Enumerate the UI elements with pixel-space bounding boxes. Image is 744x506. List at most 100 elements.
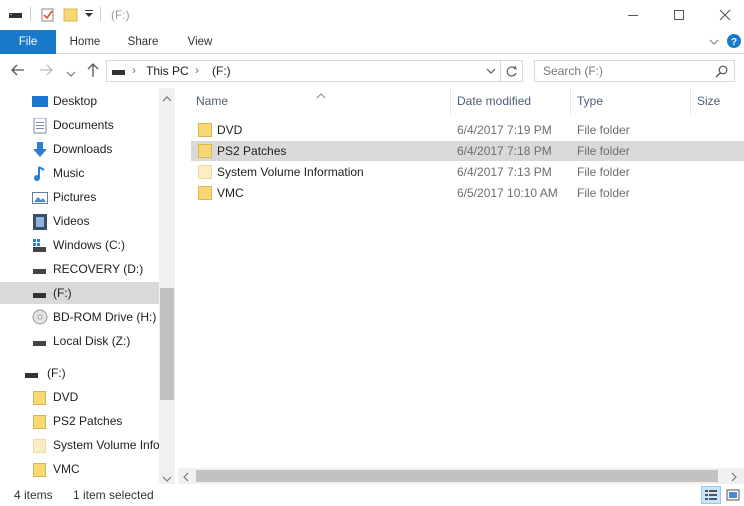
tab-home[interactable]: Home [60,30,110,54]
refresh-icon [506,65,518,77]
scroll-up-arrow[interactable] [162,92,172,106]
scroll-right-arrow[interactable] [730,471,738,485]
tab-share[interactable]: Share [118,30,168,54]
arrow-up-icon [87,63,99,77]
arrow-right-icon [40,64,53,76]
nav-item-f-drive-root[interactable]: (F:) [0,362,160,384]
nav-item-system-volume-info[interactable]: System Volume Info [0,434,160,456]
file-type: File folder [577,144,630,158]
details-view-button[interactable] [701,486,721,504]
sep [30,7,32,21]
large-icons-view-icon [726,489,740,501]
column-divider[interactable] [690,88,691,114]
nav-item-local-disk-z[interactable]: Local Disk (Z:) [0,330,160,352]
maximize-icon [674,10,684,20]
breadcrumb-drive[interactable]: (F:) [212,64,231,78]
status-bar: 4 items 1 item selected [0,484,744,506]
close-button[interactable] [702,0,744,30]
windows-drive-icon [32,238,48,252]
column-header-name[interactable]: Name [196,88,228,114]
nav-item-music[interactable]: Music [0,162,160,184]
scrollbar-thumb[interactable] [196,470,718,482]
customize-quick-access-icon[interactable] [84,7,94,21]
folder-icon [33,414,49,429]
search-placeholder: Search (F:) [543,64,604,78]
large-icons-view-button[interactable] [723,486,743,504]
sort-ascending-icon [316,88,326,102]
search-input[interactable]: Search (F:) [534,60,735,82]
file-name: DVD [217,123,243,137]
folder-faded-icon [33,438,49,453]
folder-icon [198,186,213,200]
new-folder-icon[interactable] [63,7,79,23]
file-name: VMC [217,186,244,200]
tab-view[interactable]: View [175,30,225,54]
selection-count: 1 item selected [73,488,154,502]
chevron-right-icon: › [195,63,199,77]
nav-item-videos[interactable]: Videos [0,210,160,232]
details-view-icon [705,490,717,500]
nav-item-recovery-d[interactable]: RECOVERY (D:) [0,258,160,280]
drive-icon [32,262,48,276]
column-header-type[interactable]: Type [577,88,603,114]
nav-item-vmc[interactable]: VMC [0,458,160,480]
column-header-size[interactable]: Size [697,88,720,114]
tab-file[interactable]: File [0,30,56,54]
scrollbar-thumb[interactable] [160,288,174,400]
chevron-up-icon [162,96,172,102]
drive-icon [24,366,40,380]
drive-icon [111,64,127,81]
nav-item-windows-c[interactable]: Windows (C:) [0,234,160,256]
expand-ribbon-button[interactable] [708,36,720,51]
address-bar[interactable]: › This PC › (F:) [106,60,501,82]
navigation-scrollbar[interactable] [159,88,175,484]
properties-icon[interactable] [40,7,56,23]
file-row-vmc[interactable]: VMC 6/5/2017 10:10 AM File folder [191,183,744,203]
column-divider[interactable] [570,88,571,114]
file-date: 6/4/2017 7:18 PM [457,144,552,158]
nav-item-documents[interactable]: Documents [0,114,160,136]
svg-text:?: ? [731,37,737,48]
nav-item-pictures[interactable]: Pictures [0,186,160,208]
back-button[interactable] [10,63,26,80]
breadcrumb-this-pc[interactable]: This PC [146,64,189,78]
minimize-button[interactable] [610,0,656,30]
up-button[interactable] [85,62,101,81]
scroll-left-arrow[interactable] [182,471,190,485]
nav-item-dvd[interactable]: DVD [0,386,160,408]
nav-item-bd-rom-h[interactable]: BD-ROM Drive (H:) [0,306,160,328]
sep [100,7,102,21]
drive-icon [32,286,48,300]
maximize-button[interactable] [656,0,702,30]
address-dropdown-button[interactable] [485,65,497,80]
refresh-button[interactable] [501,60,523,82]
help-button[interactable]: ? [726,33,742,52]
folder-icon [33,390,49,405]
navigation-pane[interactable]: Desktop Documents Downloads Music Pictur… [0,88,175,484]
music-icon [32,166,48,181]
file-row-dvd[interactable]: DVD 6/4/2017 7:19 PM File folder [191,120,744,140]
nav-item-downloads[interactable]: Downloads [0,138,160,160]
folder-faded-icon [198,165,213,179]
nav-item-desktop[interactable]: Desktop [0,90,160,112]
file-name: System Volume Information [217,165,364,179]
column-header-date-modified[interactable]: Date modified [457,88,531,114]
forward-button[interactable] [38,63,54,80]
nav-item-ps2-patches[interactable]: PS2 Patches [0,410,160,432]
chevron-down-icon [709,39,719,45]
horizontal-scrollbar[interactable] [178,468,744,484]
file-date: 6/4/2017 7:19 PM [457,123,552,137]
file-list[interactable]: Name Date modified Type Size DVD 6/4/201… [175,88,744,484]
search-icon [715,65,728,81]
optical-drive-icon [32,309,48,325]
folder-icon [198,144,213,158]
pictures-icon [32,190,48,204]
recent-locations-button[interactable] [66,66,76,81]
ribbon: File Home Share View ? [0,30,744,54]
title-bar: (F:) [0,0,744,30]
nav-item-f-drive[interactable]: (F:) [0,282,160,304]
chevron-left-icon [183,472,189,482]
file-row-ps2-patches[interactable]: PS2 Patches 6/4/2017 7:18 PM File folder [191,141,744,161]
file-row-system-volume-information[interactable]: System Volume Information 6/4/2017 7:13 … [191,162,744,182]
column-divider[interactable] [450,88,451,114]
